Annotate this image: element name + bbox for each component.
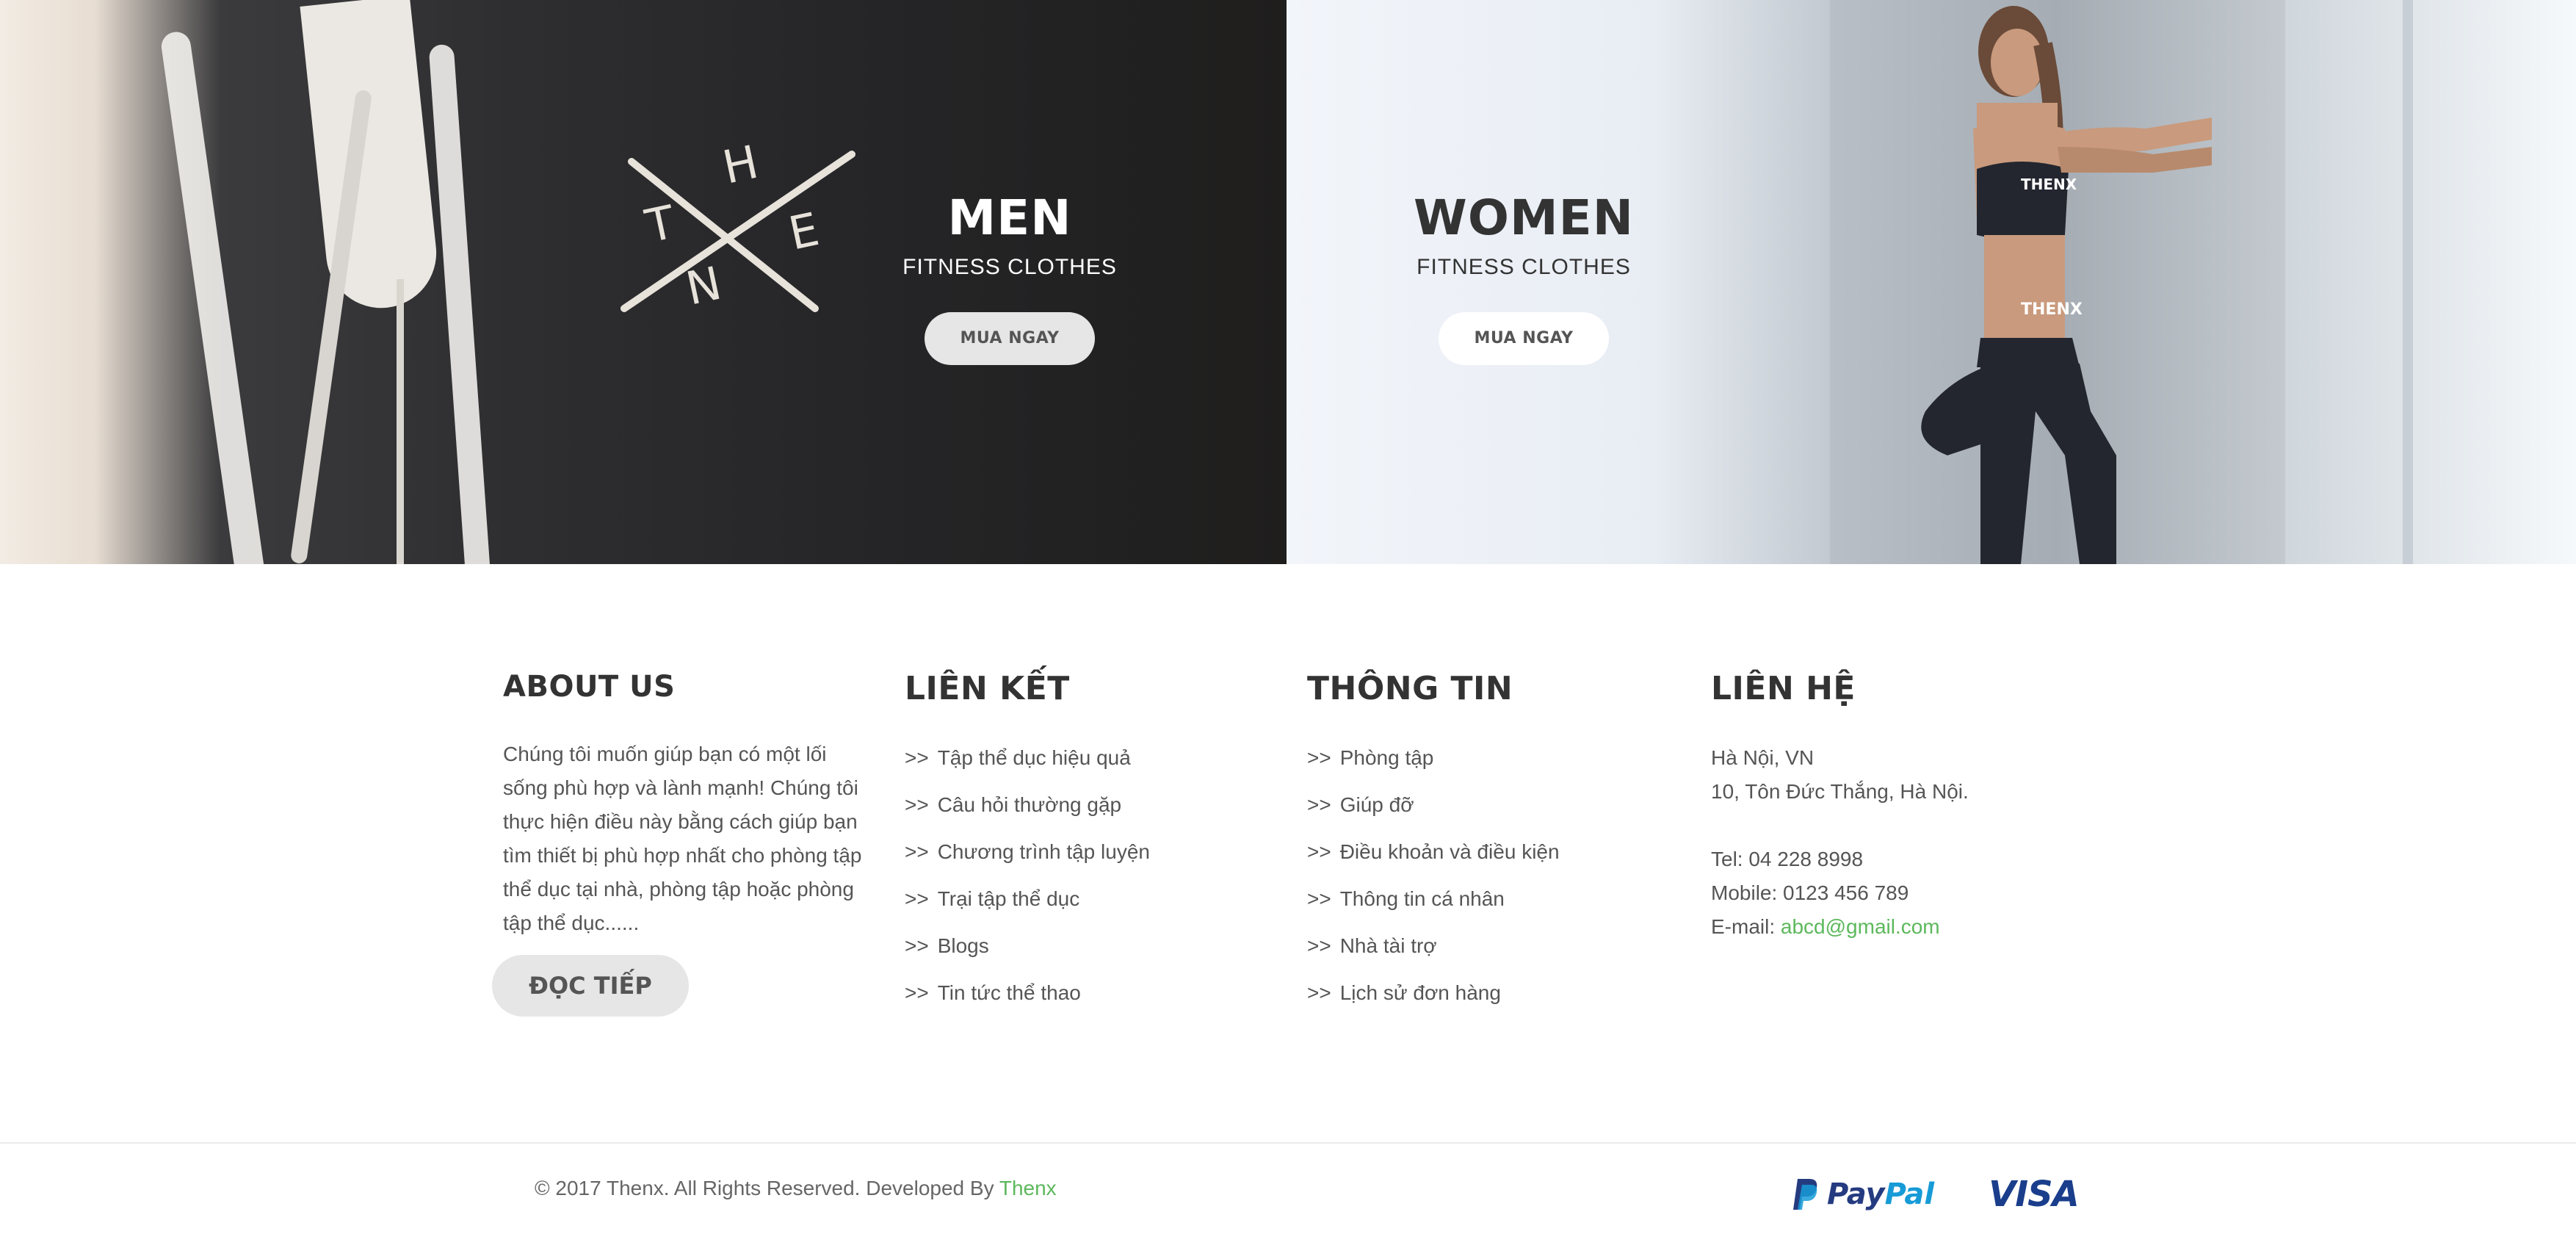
footer-link-label: Phòng tập — [1339, 746, 1434, 769]
arrow-icon: >> — [905, 981, 929, 1004]
info-list: >> Phòng tập >> Giúp đỡ >> Điều khoản và đi… — [1307, 741, 1660, 1023]
links-title: LIÊN KẾT — [905, 670, 1070, 707]
women-title: WOMEN — [1414, 190, 1634, 246]
logo-letter: H — [718, 140, 763, 195]
paypal-icon — [1793, 1179, 1817, 1210]
links-column: LIÊN KẾT >> Tập thể dục hiệu quả >> Câu hỏ… — [905, 670, 1257, 1023]
footer-link[interactable]: >> Nhà tài trợ — [1307, 929, 1660, 976]
footer-link-label: Tin tức thể thao — [937, 981, 1081, 1004]
arrow-icon: >> — [1307, 746, 1331, 769]
arrow-icon: >> — [905, 840, 929, 863]
window-mullion — [2403, 0, 2413, 564]
contact-address: 10, Tôn Đức Thắng, Hà Nội. — [1711, 780, 1969, 803]
payment-methods: PayPal VISA — [1792, 1172, 2080, 1216]
women-subtitle: FITNESS CLOTHES — [1417, 255, 1631, 279]
contact-email-row: E-mail: abcd@gmail.com — [1711, 910, 2093, 944]
men-subtitle: FITNESS CLOTHES — [902, 255, 1117, 279]
arrow-icon: >> — [905, 934, 929, 957]
developer-link[interactable]: Thenx — [999, 1177, 1057, 1199]
footer-link-label: Blogs — [937, 934, 989, 957]
footer-link[interactable]: >> Phòng tập — [1307, 741, 1660, 788]
women-banner-content: WOMEN FITNESS CLOTHES MUA NGAY — [1381, 190, 1667, 365]
contact-column: LIÊN HỆ Hà Nội, VN 10, Tôn Đức Thắng, Hà… — [1711, 670, 2093, 944]
footer-link-label: Chương trình tập luyện — [937, 840, 1150, 863]
footer-link-label: Giúp đỡ — [1339, 793, 1414, 816]
email-link[interactable]: abcd@gmail.com — [1781, 915, 1940, 938]
footer-link-label: Nhà tài trợ — [1339, 934, 1437, 957]
window-background — [2285, 0, 2576, 564]
footer-link-label: Câu hỏi thường gặp — [937, 793, 1122, 816]
woman-model-image: THENX THENX — [1921, 6, 2212, 564]
info-title: THÔNG TIN — [1307, 670, 1513, 707]
links-list: >> Tập thể dục hiệu quả >> Câu hỏi thường … — [905, 741, 1257, 1023]
copyright-label: © 2017 Thenx. All Rights Reserved. Devel… — [535, 1177, 999, 1199]
footer-link[interactable]: >> Trại tập thể dục — [905, 882, 1257, 929]
footer-link[interactable]: >> Tin tức thể thao — [905, 976, 1257, 1023]
footer-link-label: Trại tập thể dục — [937, 887, 1080, 910]
men-banner[interactable]: H T E N MEN FITNESS CLOTHES MUA NGAY — [0, 0, 1287, 564]
info-column: THÔNG TIN >> Phòng tập >> Giúp đỡ >> Điều k… — [1307, 670, 1660, 1023]
about-us-column: ABOUT US Chúng tôi muốn giúp bạn có một … — [492, 670, 870, 1017]
about-us-title: ABOUT US — [503, 670, 676, 704]
footer-link[interactable]: >> Blogs — [905, 929, 1257, 976]
apparel-logo-text: THENX — [2021, 300, 2083, 319]
footer-link[interactable]: >> Giúp đỡ — [1307, 788, 1660, 835]
apparel-logo-text: THENX — [2021, 176, 2077, 193]
footer-link-label: Thông tin cá nhân — [1339, 887, 1505, 910]
footer-link[interactable]: >> Điều khoản và điều kiện — [1307, 835, 1660, 882]
women-buy-button[interactable]: MUA NGAY — [1439, 312, 1609, 365]
paypal-logo: PayPal — [1792, 1177, 1934, 1211]
hoodie-drawstring-right — [428, 43, 493, 564]
men-title: MEN — [947, 190, 1072, 246]
footer-divider — [0, 1142, 2576, 1144]
logo-letter: E — [784, 202, 824, 261]
footer-link-label: Lịch sử đơn hàng — [1339, 981, 1501, 1004]
contact-title: LIÊN HỆ — [1711, 670, 1856, 707]
contact-city: Hà Nội, VN — [1711, 746, 1815, 769]
footer-link[interactable]: >> Chương trình tập luyện — [905, 835, 1257, 882]
arrow-icon: >> — [905, 746, 929, 769]
hoodie-zipper — [397, 279, 404, 564]
read-more-button[interactable]: ĐỌC TIẾP — [492, 955, 689, 1017]
women-banner[interactable]: THENX THENX WOMEN FITNESS CLOTHES MUA NG… — [1287, 0, 2576, 564]
arrow-icon: >> — [1307, 981, 1331, 1004]
hoodie-collar — [300, 0, 442, 314]
logo-letter: N — [681, 256, 726, 316]
footer-link-label: Tập thể dục hiệu quả — [937, 746, 1131, 769]
men-buy-button[interactable]: MUA NGAY — [925, 312, 1095, 365]
logo-letter: T — [640, 195, 680, 253]
visa-logo: VISA — [1989, 1174, 2080, 1215]
arrow-icon: >> — [1307, 793, 1331, 816]
email-label: E-mail: — [1711, 915, 1781, 938]
contact-mobile: Mobile: 0123 456 789 — [1711, 881, 1909, 904]
contact-tel: Tel: 04 228 8998 — [1711, 848, 1864, 870]
paypal-pal: Pal — [1884, 1177, 1935, 1211]
footer-link[interactable]: >> Lịch sử đơn hàng — [1307, 976, 1660, 1023]
arrow-icon: >> — [1307, 934, 1331, 957]
copyright-text: © 2017 Thenx. All Rights Reserved. Devel… — [535, 1177, 1057, 1200]
men-banner-content: MEN FITNESS CLOTHES MUA NGAY — [866, 190, 1153, 365]
footer-link[interactable]: >> Câu hỏi thường gặp — [905, 788, 1257, 835]
footer-link[interactable]: >> Thông tin cá nhân — [1307, 882, 1660, 929]
arrow-icon: >> — [905, 793, 929, 816]
arrow-icon: >> — [1307, 887, 1331, 910]
hero-banners: H T E N MEN FITNESS CLOTHES MUA NGAY THE… — [0, 0, 2576, 564]
about-us-text: Chúng tôi muốn giúp bạn có một lối sống … — [503, 743, 862, 934]
arrow-icon: >> — [1307, 840, 1331, 863]
footer-link-label: Điều khoản và điều kiện — [1339, 840, 1560, 863]
footer-link[interactable]: >> Tập thể dục hiệu quả — [905, 741, 1257, 788]
paypal-wordmark: PayPal — [1827, 1177, 1934, 1211]
hoodie-drawstring-left — [159, 29, 267, 564]
paypal-pay: Pay — [1827, 1177, 1885, 1211]
arrow-icon: >> — [905, 887, 929, 910]
thenx-logo-icon: H T E N — [621, 140, 855, 316]
